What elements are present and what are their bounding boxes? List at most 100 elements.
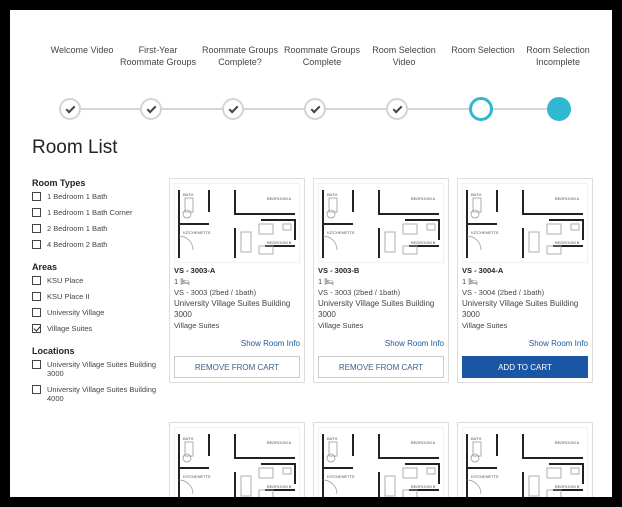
svg-text:BATH: BATH [183,192,193,197]
checkbox[interactable] [32,292,41,301]
floor-plan-image: BATH BEDROOM A BEDROOM B KITCHENETTE [318,183,444,263]
svg-text:BEDROOM A: BEDROOM A [411,440,436,445]
filter-option[interactable]: University Village Suites Building 4000 [32,385,172,403]
floor-plan-drawing: BATH BEDROOM A BEDROOM B KITCHENETTE [322,190,440,258]
svg-text:BEDROOM A: BEDROOM A [555,196,580,201]
checkbox[interactable] [32,240,41,249]
filter-option[interactable]: Village Suites [32,324,172,333]
remove-from-cart-button[interactable]: REMOVE FROM CART [318,356,444,378]
checkbox[interactable] [32,192,41,201]
svg-text:KITCHENETTE: KITCHENETTE [471,474,499,479]
svg-text:BEDROOM B: BEDROOM B [411,240,436,245]
filter-option[interactable]: KSU Place [32,276,172,285]
check-icon [392,103,402,113]
room-card: BATH BEDROOM A BEDROOM B KITCHENETTE [457,422,593,497]
remove-from-cart-button[interactable]: REMOVE FROM CART [174,356,300,378]
room-card: BATH BEDROOM A BEDROOM B KITCHENETTE VS … [313,178,449,383]
step-label: Room Selection [451,45,515,55]
show-room-info-link[interactable]: Show Room Info [314,339,448,348]
step-label: Room Selection Incomplete [526,45,590,67]
step-node-complete[interactable] [140,98,162,120]
svg-text:KITCHENETTE: KITCHENETTE [183,230,211,235]
checkbox-checked[interactable] [32,324,41,333]
bed-icon: 🛏 [324,277,334,286]
filter-option[interactable]: 1 Bedroom 1 Bath Corner [32,208,172,217]
floor-plan-drawing: BATH BEDROOM A BEDROOM B KITCHENETTE [322,434,440,497]
floor-plan-drawing: BATH BEDROOM A BEDROOM B KITCHENETTE [178,434,296,497]
check-icon [228,103,238,113]
svg-text:BATH: BATH [471,436,481,441]
bed-count: 1 🛏 [462,277,478,286]
filter-option[interactable]: 4 Bedroom 2 Bath [32,240,172,249]
floor-plan-image: BATH BEDROOM A BEDROOM B KITCHENETTE [318,427,444,497]
room-code: VS - 3004-A [462,266,504,275]
filter-sidebar: Room Types 1 Bedroom 1 Bath 1 Bedroom 1 … [32,178,172,410]
step-label: Roommate Groups Complete? [201,45,279,67]
room-card: BATH BEDROOM A BEDROOM B KITCHENETTE VS … [169,178,305,383]
svg-text:BEDROOM B: BEDROOM B [267,240,292,245]
checkbox[interactable] [32,385,41,394]
svg-text:KITCHENETTE: KITCHENETTE [183,474,211,479]
svg-text:BATH: BATH [183,436,193,441]
floor-plan-image: BATH BEDROOM A BEDROOM B KITCHENETTE [462,427,588,497]
room-selection-page: Welcome Video First-Year Roommate Groups… [10,10,612,497]
room-code: VS - 3003-A [174,266,216,275]
checkbox[interactable] [32,360,41,369]
svg-text:BEDROOM B: BEDROOM B [267,484,292,489]
area-name: Village Suites [462,321,508,330]
svg-text:BEDROOM B: BEDROOM B [555,484,580,489]
step-label: First-Year Roommate Groups [119,45,197,67]
locations-heading: Locations [32,346,75,356]
room-card: BATH BEDROOM A BEDROOM B KITCHENETTE [313,422,449,497]
filter-option[interactable]: 2 Bedroom 1 Bath [32,224,172,233]
bed-icon: 🛏 [468,277,478,286]
room-description: VS - 3003 (2bed / 1bath) [318,288,401,297]
checkbox[interactable] [32,308,41,317]
room-card: BATH BEDROOM A BEDROOM B KITCHENETTE [169,422,305,497]
svg-text:BATH: BATH [327,192,337,197]
svg-text:BEDROOM B: BEDROOM B [555,240,580,245]
svg-text:KITCHENETTE: KITCHENETTE [471,230,499,235]
step-node-complete[interactable] [59,98,81,120]
checkbox[interactable] [32,224,41,233]
svg-text:BEDROOM A: BEDROOM A [267,196,292,201]
step-node-complete[interactable] [386,98,408,120]
floor-plan-image: BATH BEDROOM A BEDROOM B KITCHENETTE [174,427,300,497]
room-description: VS - 3003 (2bed / 1bath) [174,288,257,297]
step-node-current[interactable] [469,97,493,121]
check-icon [310,103,320,113]
svg-text:BATH: BATH [327,436,337,441]
page-title: Room List [32,137,118,158]
svg-text:BATH: BATH [471,192,481,197]
room-description: VS - 3004 (2bed / 1bath) [462,288,545,297]
show-room-info-link[interactable]: Show Room Info [170,339,304,348]
floor-plan-image: BATH BEDROOM A BEDROOM B KITCHENETTE [174,183,300,263]
svg-text:BEDROOM A: BEDROOM A [267,440,292,445]
step-label: Welcome Video [50,45,114,55]
step-node-complete[interactable] [304,98,326,120]
bed-icon: 🛏 [180,277,190,286]
bed-count: 1 🛏 [174,277,190,286]
filter-option[interactable]: University Village [32,308,172,317]
checkbox[interactable] [32,276,41,285]
areas-heading: Areas [32,262,58,272]
check-icon [65,103,75,113]
filter-option[interactable]: University Village Suites Building 3000 [32,360,172,378]
checkbox[interactable] [32,208,41,217]
add-to-cart-button[interactable]: ADD TO CART [462,356,588,378]
area-name: Village Suites [318,321,364,330]
floor-plan-image: BATH BEDROOM A BEDROOM B KITCHENETTE [462,183,588,263]
step-label: Roommate Groups Complete [283,45,361,67]
floor-plan-drawing: BATH BEDROOM A BEDROOM B KITCHENETTE [466,190,584,258]
svg-text:BEDROOM A: BEDROOM A [411,196,436,201]
filter-option[interactable]: 1 Bedroom 1 Bath [32,192,172,201]
floor-plan-drawing: BATH BEDROOM A BEDROOM B KITCHENETTE [178,190,296,258]
svg-text:KITCHENETTE: KITCHENETTE [327,474,355,479]
room-code: VS - 3003-B [318,266,360,275]
step-node-complete[interactable] [222,98,244,120]
show-room-info-link[interactable]: Show Room Info [458,339,592,348]
check-icon [146,103,156,113]
progress-stepper: Welcome Video First-Year Roommate Groups… [10,42,612,82]
step-label: Room Selection Video [372,45,436,67]
filter-option[interactable]: KSU Place II [32,292,172,301]
